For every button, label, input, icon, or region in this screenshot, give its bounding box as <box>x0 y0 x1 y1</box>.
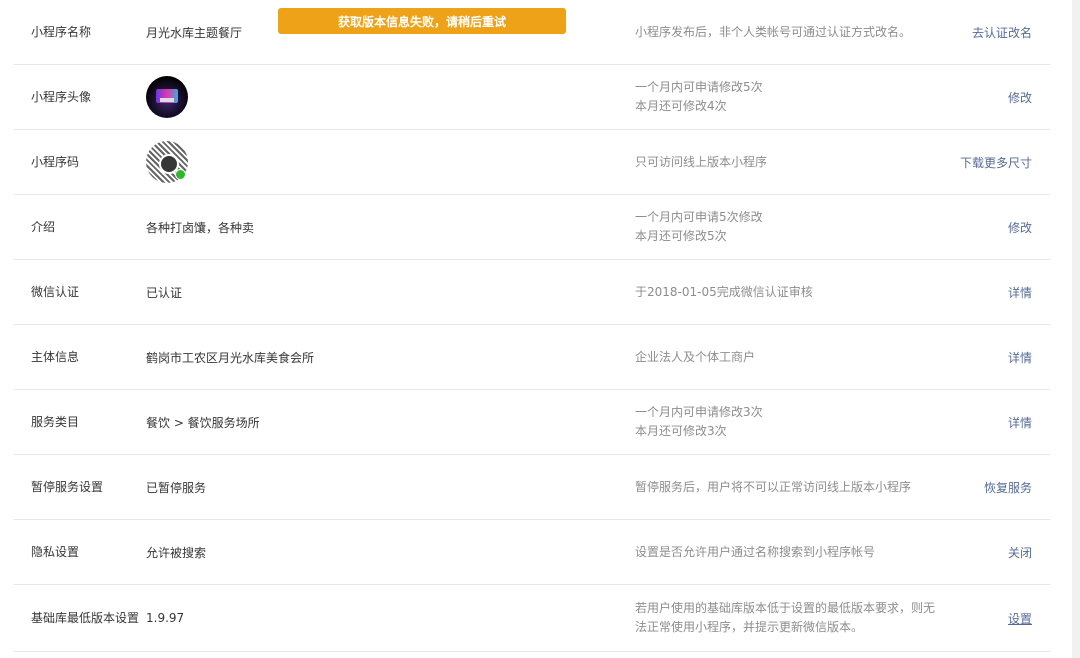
row-description: 企业法人及个体工商户 <box>635 325 945 389</box>
row-description: 只可访问线上版本小程序 <box>635 130 945 194</box>
row-description: 一个月内可申请5次修改 本月还可修改5次 <box>635 195 945 259</box>
edit-intro-label[interactable]: 修改 <box>1008 219 1032 236</box>
row-description: 一个月内可申请修改5次 本月还可修改4次 <box>635 65 945 129</box>
desc-line: 小程序发布后，非个人类帐号可通过认证方式改名。 <box>635 24 912 39</box>
row-value: 月光水库主题餐厅 <box>146 25 243 40</box>
error-toast: 获取版本信息失败，请稍后重试 <box>278 8 566 34</box>
entity-details-label[interactable]: 详情 <box>1008 349 1032 366</box>
min-version-setting-label[interactable]: 设置 <box>1008 610 1032 627</box>
desc-line: 若用户使用的基础库版本低于设置的最低版本要求，则无 <box>635 601 936 615</box>
row-privacy: 隐私设置 允许被搜索 设置是否允许用户通过名称搜索到小程序帐号 关闭 <box>14 520 1050 585</box>
resume-service-label[interactable]: 恢复服务 <box>984 479 1032 496</box>
category-details-link[interactable]: 详情 <box>1008 390 1032 454</box>
download-sizes-label[interactable]: 下载更多尺寸 <box>960 154 1032 171</box>
settings-list: 小程序名称 月光水库主题餐厅 小程序发布后，非个人类帐号可通过认证方式改名。 去… <box>14 0 1050 652</box>
category-details-label[interactable]: 详情 <box>1008 414 1032 431</box>
rename-link-label[interactable]: 去认证改名 <box>972 24 1032 41</box>
row-value: 已认证 <box>146 285 183 300</box>
entity-details-link[interactable]: 详情 <box>1008 325 1032 389</box>
row-label: 基础库最低版本设置 <box>31 611 140 625</box>
row-service-category: 服务类目 餐饮 > 餐饮服务场所 一个月内可申请修改3次 本月还可修改3次 详情 <box>14 390 1050 455</box>
row-description: 小程序发布后，非个人类帐号可通过认证方式改名。 <box>635 0 945 64</box>
row-label: 小程序名称 <box>31 25 92 39</box>
row-description: 若用户使用的基础库版本低于设置的最低版本要求，则无 法正常使用小程序，并提示更新… <box>635 585 945 651</box>
qrcode-container <box>146 130 188 194</box>
desc-line: 于2018-01-05完成微信认证审核 <box>635 284 813 299</box>
row-label: 服务类目 <box>31 415 80 429</box>
row-description: 暂停服务后，用户将不可以正常访问线上版本小程序 <box>635 455 945 519</box>
row-value: 鹤岗市工农区月光水库美食会所 <box>146 350 315 365</box>
row-description: 设置是否允许用户通过名称搜索到小程序帐号 <box>635 520 945 584</box>
qrcode-image <box>146 141 188 183</box>
desc-line: 设置是否允许用户通过名称搜索到小程序帐号 <box>635 544 876 559</box>
row-intro: 介绍 各种打卤馕，各种卖 一个月内可申请5次修改 本月还可修改5次 修改 <box>14 195 1050 260</box>
edit-avatar-link[interactable]: 修改 <box>1008 65 1032 129</box>
resume-service-link[interactable]: 恢复服务 <box>984 455 1032 519</box>
edit-avatar-label[interactable]: 修改 <box>1008 89 1032 106</box>
row-entity-info: 主体信息 鹤岗市工农区月光水库美食会所 企业法人及个体工商户 详情 <box>14 325 1050 390</box>
verify-details-link[interactable]: 详情 <box>1008 260 1032 324</box>
desc-line: 本月还可修改3次 <box>635 424 727 438</box>
desc-line: 法正常使用小程序，并提示更新微信版本。 <box>635 620 864 634</box>
row-value: 各种打卤馕，各种卖 <box>146 220 255 235</box>
desc-line: 暂停服务后，用户将不可以正常访问线上版本小程序 <box>635 479 912 494</box>
avatar-image <box>146 76 188 118</box>
verified-badge-icon <box>175 169 186 180</box>
row-description: 于2018-01-05完成微信认证审核 <box>635 260 945 324</box>
desc-line: 只可访问线上版本小程序 <box>635 154 768 169</box>
row-label: 隐私设置 <box>31 545 80 559</box>
desc-line: 本月还可修改4次 <box>635 99 727 113</box>
avatar-container <box>146 65 188 129</box>
row-label: 介绍 <box>31 220 56 234</box>
row-pause-service: 暂停服务设置 已暂停服务 暂停服务后，用户将不可以正常访问线上版本小程序 恢复服… <box>14 455 1050 520</box>
desc-line: 企业法人及个体工商户 <box>635 349 756 364</box>
row-label: 小程序码 <box>31 155 80 169</box>
privacy-close-label[interactable]: 关闭 <box>1008 544 1032 561</box>
desc-line: 一个月内可申请5次修改 <box>635 210 763 224</box>
privacy-close-link[interactable]: 关闭 <box>1008 520 1032 584</box>
row-value: 允许被搜索 <box>146 545 207 560</box>
desc-line: 本月还可修改5次 <box>635 229 727 243</box>
edit-intro-link[interactable]: 修改 <box>1008 195 1032 259</box>
row-avatar: 小程序头像 一个月内可申请修改5次 本月还可修改4次 修改 <box>14 65 1050 130</box>
row-label: 暂停服务设置 <box>31 480 104 494</box>
row-label: 微信认证 <box>31 285 80 299</box>
row-description: 一个月内可申请修改3次 本月还可修改3次 <box>635 390 945 454</box>
row-wechat-verify: 微信认证 已认证 于2018-01-05完成微信认证审核 详情 <box>14 260 1050 325</box>
row-label: 主体信息 <box>31 350 80 364</box>
download-sizes-link[interactable]: 下载更多尺寸 <box>960 130 1032 194</box>
row-qrcode: 小程序码 只可访问线上版本小程序 下载更多尺寸 <box>14 130 1050 195</box>
row-value: 餐饮 > 餐饮服务场所 <box>146 415 260 430</box>
row-value: 1.9.97 <box>146 611 185 625</box>
row-label: 小程序头像 <box>31 90 92 104</box>
row-value: 已暂停服务 <box>146 480 207 495</box>
verify-details-label[interactable]: 详情 <box>1008 284 1032 301</box>
row-min-version: 基础库最低版本设置 1.9.97 若用户使用的基础库版本低于设置的最低版本要求，… <box>14 585 1050 652</box>
desc-line: 一个月内可申请修改5次 <box>635 80 763 94</box>
min-version-setting-link[interactable]: 设置 <box>1008 585 1032 651</box>
rename-link[interactable]: 去认证改名 <box>972 0 1032 64</box>
page-scrollbar[interactable] <box>1072 0 1080 658</box>
desc-line: 一个月内可申请修改3次 <box>635 405 763 419</box>
